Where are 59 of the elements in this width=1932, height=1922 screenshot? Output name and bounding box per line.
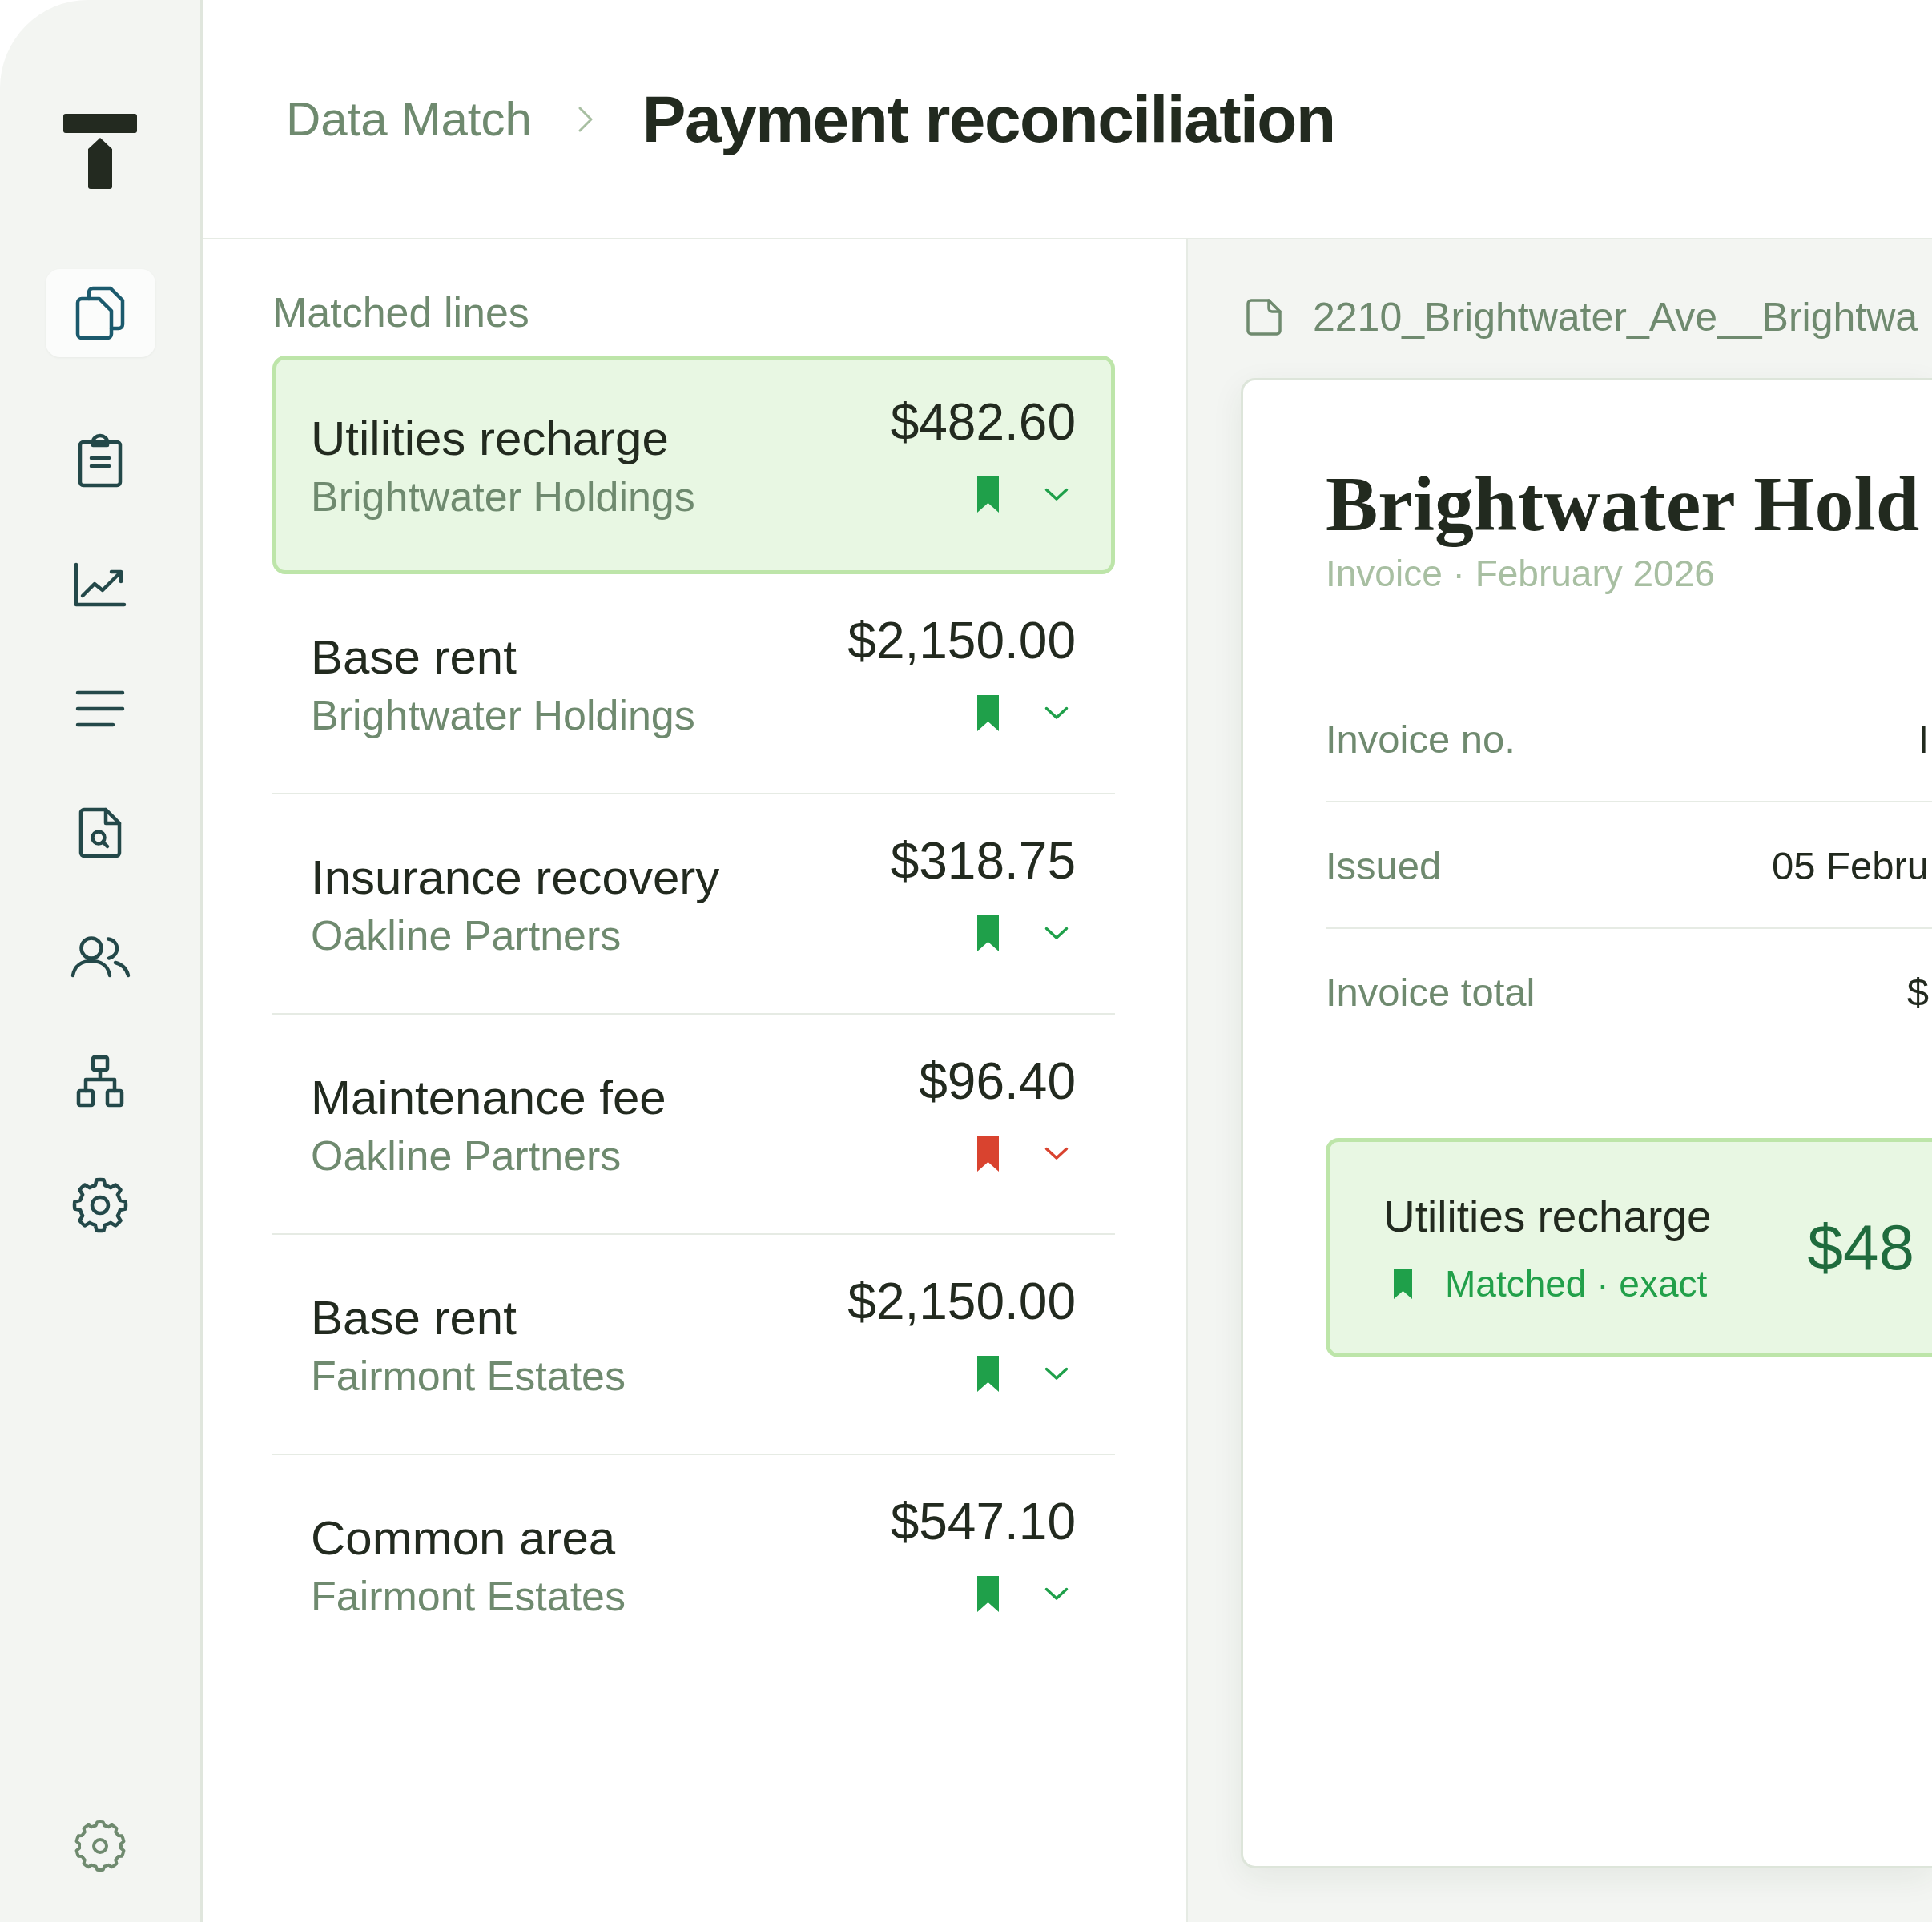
file-name: 2210_Brightwater_Ave__Brightwa: [1313, 294, 1918, 340]
matched-line-item[interactable]: Insurance recovery Oakline Partners $318.75: [272, 794, 1115, 1013]
field-label: Invoice no.: [1326, 717, 1515, 762]
line-amount: $482.60: [890, 392, 1076, 452]
line-title: Maintenance fee: [311, 1070, 666, 1126]
line-amount: $2,150.00: [847, 611, 1076, 670]
field-value: I: [1918, 717, 1930, 762]
logo-icon: [63, 114, 137, 189]
chevron-down-icon[interactable]: [1044, 1586, 1069, 1602]
matched-line-item[interactable]: Common area Fairmont Estates $547.10: [272, 1455, 1115, 1674]
field-value: 05 Febru: [1771, 843, 1930, 889]
party-name: Brightwater Holdings: [311, 691, 695, 740]
document-title: Brightwater Hold: [1326, 460, 1921, 547]
file-search-icon: [78, 807, 123, 858]
clipboard-icon: [78, 433, 123, 488]
field-label: Invoice total: [1326, 970, 1536, 1015]
chevron-down-icon[interactable]: [1044, 487, 1069, 502]
match-status: Matched · exact: [1445, 1261, 1708, 1305]
line-title: Utilities recharge: [311, 411, 670, 467]
bookmark-icon: [1394, 1268, 1412, 1299]
line-title: Insurance recovery: [311, 850, 720, 906]
chevron-down-icon[interactable]: [1044, 706, 1069, 721]
line-chart-icon: [74, 562, 127, 607]
party-name: Oakline Partners: [311, 911, 622, 960]
line-amount: $547.10: [890, 1492, 1076, 1551]
file-icon: [1246, 298, 1282, 336]
matched-line-item[interactable]: Maintenance fee Oakline Partners $96.40: [272, 1015, 1115, 1233]
matched-line-item[interactable]: Base rent Fairmont Estates $2,150.00: [272, 1235, 1115, 1454]
line-title: Common area: [311, 1510, 617, 1566]
users-icon: [70, 936, 131, 978]
sidebar-nav-item[interactable]: [45, 269, 155, 357]
pages-icon: [75, 286, 125, 340]
document-subtitle: Invoice · February 2026: [1326, 552, 1716, 595]
chevron-right-icon: [578, 106, 593, 132]
settings-icon: [72, 1177, 128, 1233]
hierarchy-icon: [76, 1055, 124, 1108]
party-name: Fairmont Estates: [311, 1572, 626, 1621]
section-heading: Matched lines: [272, 288, 530, 336]
party-name: Brightwater Holdings: [311, 472, 695, 521]
match-title: Utilities recharge: [1383, 1190, 1712, 1242]
field-label: Issued: [1326, 843, 1442, 889]
line-amount: $96.40: [919, 1051, 1076, 1111]
matched-line-item[interactable]: Utilities recharge Brightwater Holdings $482.60: [272, 356, 1115, 574]
party-name: Oakline Partners: [311, 1132, 622, 1180]
list-icon: [75, 690, 125, 727]
party-name: Fairmont Estates: [311, 1352, 626, 1401]
page-title: Payment reconciliation: [642, 81, 1335, 157]
chevron-down-icon[interactable]: [1044, 1146, 1069, 1161]
line-amount: $2,150.00: [847, 1272, 1076, 1331]
line-title: Base rent: [311, 629, 517, 686]
field-value: $: [1906, 970, 1930, 1015]
settings-icon[interactable]: [74, 1819, 127, 1872]
chevron-down-icon[interactable]: [1044, 1366, 1069, 1381]
line-amount: $318.75: [890, 831, 1076, 891]
line-title: Base rent: [311, 1290, 517, 1346]
match-amount: $48: [1807, 1211, 1915, 1285]
breadcrumb-link[interactable]: Data Match: [286, 90, 532, 147]
matched-line-item[interactable]: Base rent Brightwater Holdings $2,150.00: [272, 574, 1115, 793]
chevron-down-icon[interactable]: [1044, 926, 1069, 941]
